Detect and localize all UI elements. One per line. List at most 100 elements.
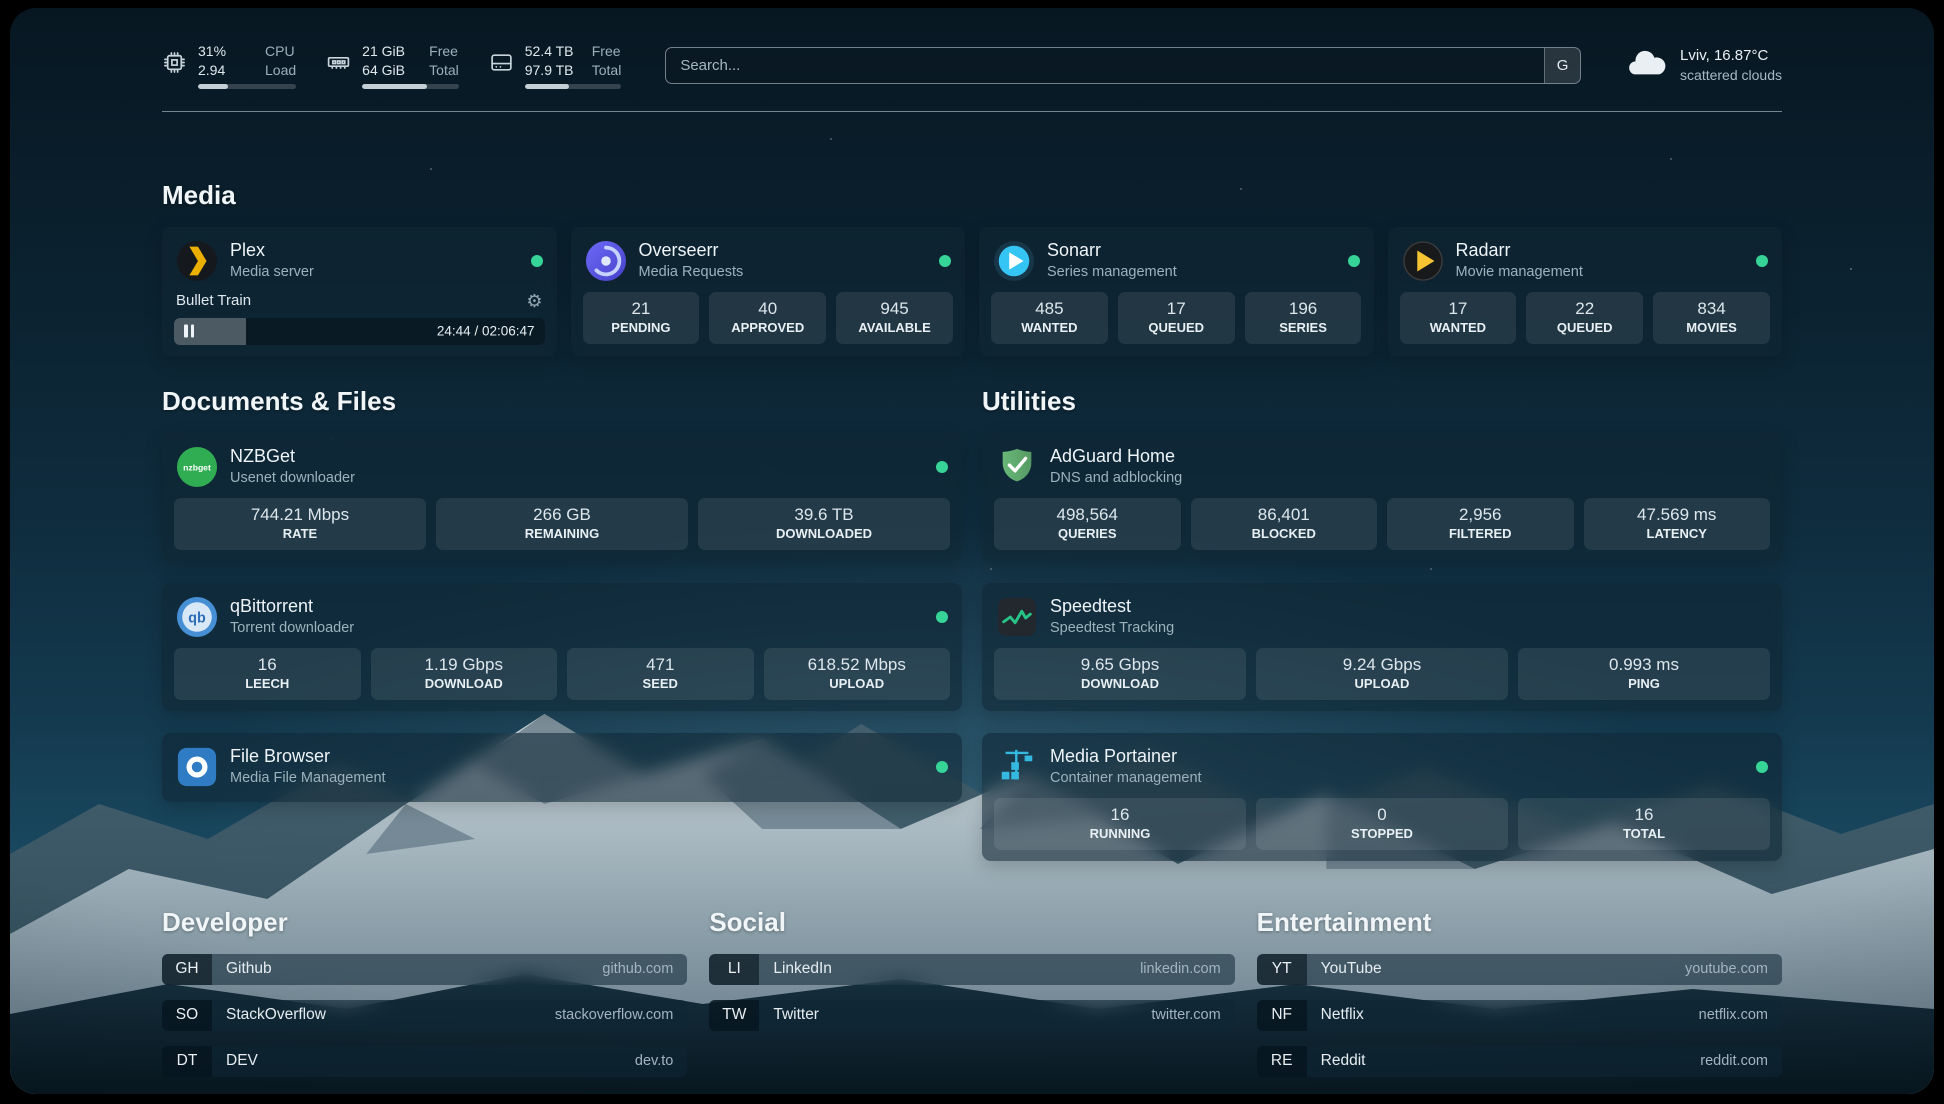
- bookmark-youtube[interactable]: YT YouTube youtube.com: [1257, 954, 1782, 985]
- memory-total-label: Total: [429, 61, 459, 80]
- bookmark-stackoverflow[interactable]: SO StackOverflow stackoverflow.com: [162, 1000, 687, 1031]
- cloud-icon: [1625, 48, 1667, 83]
- bookmark-url: youtube.com: [1685, 961, 1768, 977]
- stat-value: 1.19 Gbps: [375, 654, 554, 676]
- stat-value: 471: [571, 654, 750, 676]
- media-grid: Plex Media server Bullet Train ⚙: [162, 227, 1782, 356]
- bookmark-reddit[interactable]: RE Reddit reddit.com: [1257, 1046, 1782, 1077]
- speedtest-subtitle: Speedtest Tracking: [1050, 619, 1174, 638]
- bookmark-netflix[interactable]: NF Netflix netflix.com: [1257, 1000, 1782, 1031]
- sonarr-status-dot: [1348, 255, 1360, 267]
- bookmark-abbr: RE: [1257, 1046, 1307, 1077]
- portainer-stats: 16RUNNING 0STOPPED 16TOTAL: [994, 798, 1770, 850]
- memory-free-value: 21 GiB: [362, 42, 416, 61]
- speedtest-title: Speedtest: [1050, 596, 1174, 618]
- disk-progress-fill: [525, 84, 569, 89]
- plex-seek-bar[interactable]: 24:44 / 02:06:47: [174, 318, 545, 345]
- stat-tile: 86,401BLOCKED: [1191, 498, 1378, 550]
- weather-location: Lviv, 16.87°C: [1680, 46, 1782, 66]
- overseerr-status-dot: [939, 255, 951, 267]
- service-card-speedtest[interactable]: Speedtest Speedtest Tracking 9.65 GbpsDO…: [982, 583, 1782, 711]
- stat-tile: 22QUEUED: [1526, 292, 1643, 344]
- section-title-documents: Documents & Files: [162, 386, 962, 417]
- cpu-usage-value: 31%: [198, 42, 252, 61]
- pause-icon[interactable]: [184, 325, 194, 338]
- stat-tile: 945AVAILABLE: [836, 292, 953, 344]
- disk-total-label: Total: [592, 61, 622, 80]
- cpu-usage-label: CPU: [265, 42, 295, 61]
- bookmark-name: DEV: [226, 1052, 258, 1070]
- bookmarks-section: Developer GH Github github.com SO StackO…: [162, 907, 1782, 1077]
- stat-label: UPLOAD: [1260, 676, 1504, 693]
- sonarr-stats: 485WANTED 17QUEUED 196SERIES: [991, 292, 1362, 344]
- stat-label: QUEUED: [1122, 320, 1231, 337]
- overseerr-icon: [585, 240, 627, 282]
- bookmark-github[interactable]: GH Github github.com: [162, 954, 687, 985]
- cpu-progress-fill: [198, 84, 228, 89]
- stat-value: 2,956: [1391, 504, 1570, 526]
- plex-now-playing-row: Bullet Train ⚙: [174, 292, 545, 318]
- stat-tile: 9.24 GbpsUPLOAD: [1256, 648, 1508, 700]
- stat-value: 485: [995, 298, 1104, 320]
- memory-row-1: 21 GiB Free: [362, 42, 459, 61]
- sonarr-title: Sonarr: [1047, 240, 1177, 262]
- section-title-utilities: Utilities: [982, 386, 1782, 417]
- stat-label: TOTAL: [1522, 826, 1766, 843]
- service-card-portainer[interactable]: Media Portainer Container management 16R…: [982, 733, 1782, 861]
- gear-icon[interactable]: ⚙: [526, 292, 542, 310]
- qbittorrent-title: qBittorrent: [230, 596, 354, 618]
- stat-label: DOWNLOADED: [702, 526, 946, 543]
- service-card-plex[interactable]: Plex Media server Bullet Train ⚙: [162, 227, 557, 356]
- stat-value: 834: [1657, 298, 1766, 320]
- portainer-subtitle: Container management: [1050, 769, 1202, 788]
- disk-total-value: 97.9 TB: [525, 61, 579, 80]
- bookmark-name: StackOverflow: [226, 1006, 326, 1024]
- cpu-icon: [162, 50, 187, 75]
- bookmark-linkedin[interactable]: LI LinkedIn linkedin.com: [709, 954, 1234, 985]
- service-card-sonarr[interactable]: Sonarr Series management 485WANTED 17QUE…: [979, 227, 1374, 356]
- service-card-qbittorrent[interactable]: qb qBittorrent Torrent downloader 16LEEC…: [162, 583, 962, 711]
- bookmark-abbr: DT: [162, 1046, 212, 1077]
- stat-tile: 266 GBREMAINING: [436, 498, 688, 550]
- bookmark-abbr: GH: [162, 954, 212, 985]
- overseerr-header: Overseerr Media Requests: [583, 238, 954, 292]
- service-card-overseerr[interactable]: Overseerr Media Requests 21PENDING 40APP…: [571, 227, 966, 356]
- adguard-stats: 498,564QUERIES 86,401BLOCKED 2,956FILTER…: [994, 498, 1770, 550]
- stat-label: APPROVED: [713, 320, 822, 337]
- search-provider-button[interactable]: G: [1544, 48, 1580, 83]
- portainer-header: Media Portainer Container management: [994, 744, 1770, 798]
- bookmark-dev[interactable]: DT DEV dev.to: [162, 1046, 687, 1077]
- memory-progress-bar: [362, 84, 459, 89]
- stat-tile: 196SERIES: [1245, 292, 1362, 344]
- weather-widget: Lviv, 16.87°C scattered clouds: [1625, 46, 1782, 84]
- stat-value: 16: [998, 804, 1242, 826]
- stat-label: LATENCY: [1588, 526, 1767, 543]
- service-card-nzbget[interactable]: nzbget NZBGet Usenet downloader 744.21 M…: [162, 433, 962, 561]
- section-title-entertainment: Entertainment: [1257, 907, 1782, 938]
- bookmark-abbr: YT: [1257, 954, 1307, 985]
- resource-widgets: 31% CPU 2.94 Load: [162, 42, 621, 89]
- nzbget-icon: nzbget: [176, 446, 218, 488]
- service-card-radarr[interactable]: Radarr Movie management 17WANTED 22QUEUE…: [1388, 227, 1783, 356]
- search-input[interactable]: [665, 47, 1581, 84]
- stat-value: 0.993 ms: [1522, 654, 1766, 676]
- plex-time: 24:44 / 02:06:47: [437, 324, 535, 339]
- stat-tile: 9.65 GbpsDOWNLOAD: [994, 648, 1246, 700]
- stat-value: 39.6 TB: [702, 504, 946, 526]
- service-card-adguard[interactable]: AdGuard Home DNS and adblocking 498,564Q…: [982, 433, 1782, 561]
- bookmark-twitter[interactable]: TW Twitter twitter.com: [709, 1000, 1234, 1031]
- service-card-filebrowser[interactable]: File Browser Media File Management: [162, 733, 962, 802]
- section-media: Media Plex Media server: [162, 180, 1782, 356]
- adguard-subtitle: DNS and adblocking: [1050, 469, 1182, 488]
- stat-value: 9.24 Gbps: [1260, 654, 1504, 676]
- overseerr-subtitle: Media Requests: [639, 263, 744, 282]
- stat-value: 744.21 Mbps: [178, 504, 422, 526]
- qbittorrent-header: qb qBittorrent Torrent downloader: [174, 594, 950, 648]
- bookmark-name: LinkedIn: [773, 960, 832, 978]
- nzbget-status-dot: [936, 461, 948, 473]
- section-title-developer: Developer: [162, 907, 687, 938]
- bookmarks-developer: Developer GH Github github.com SO StackO…: [162, 907, 687, 1077]
- weather-condition: scattered clouds: [1680, 66, 1782, 84]
- stat-tile: 0.993 msPING: [1518, 648, 1770, 700]
- stat-tile: 834MOVIES: [1653, 292, 1770, 344]
